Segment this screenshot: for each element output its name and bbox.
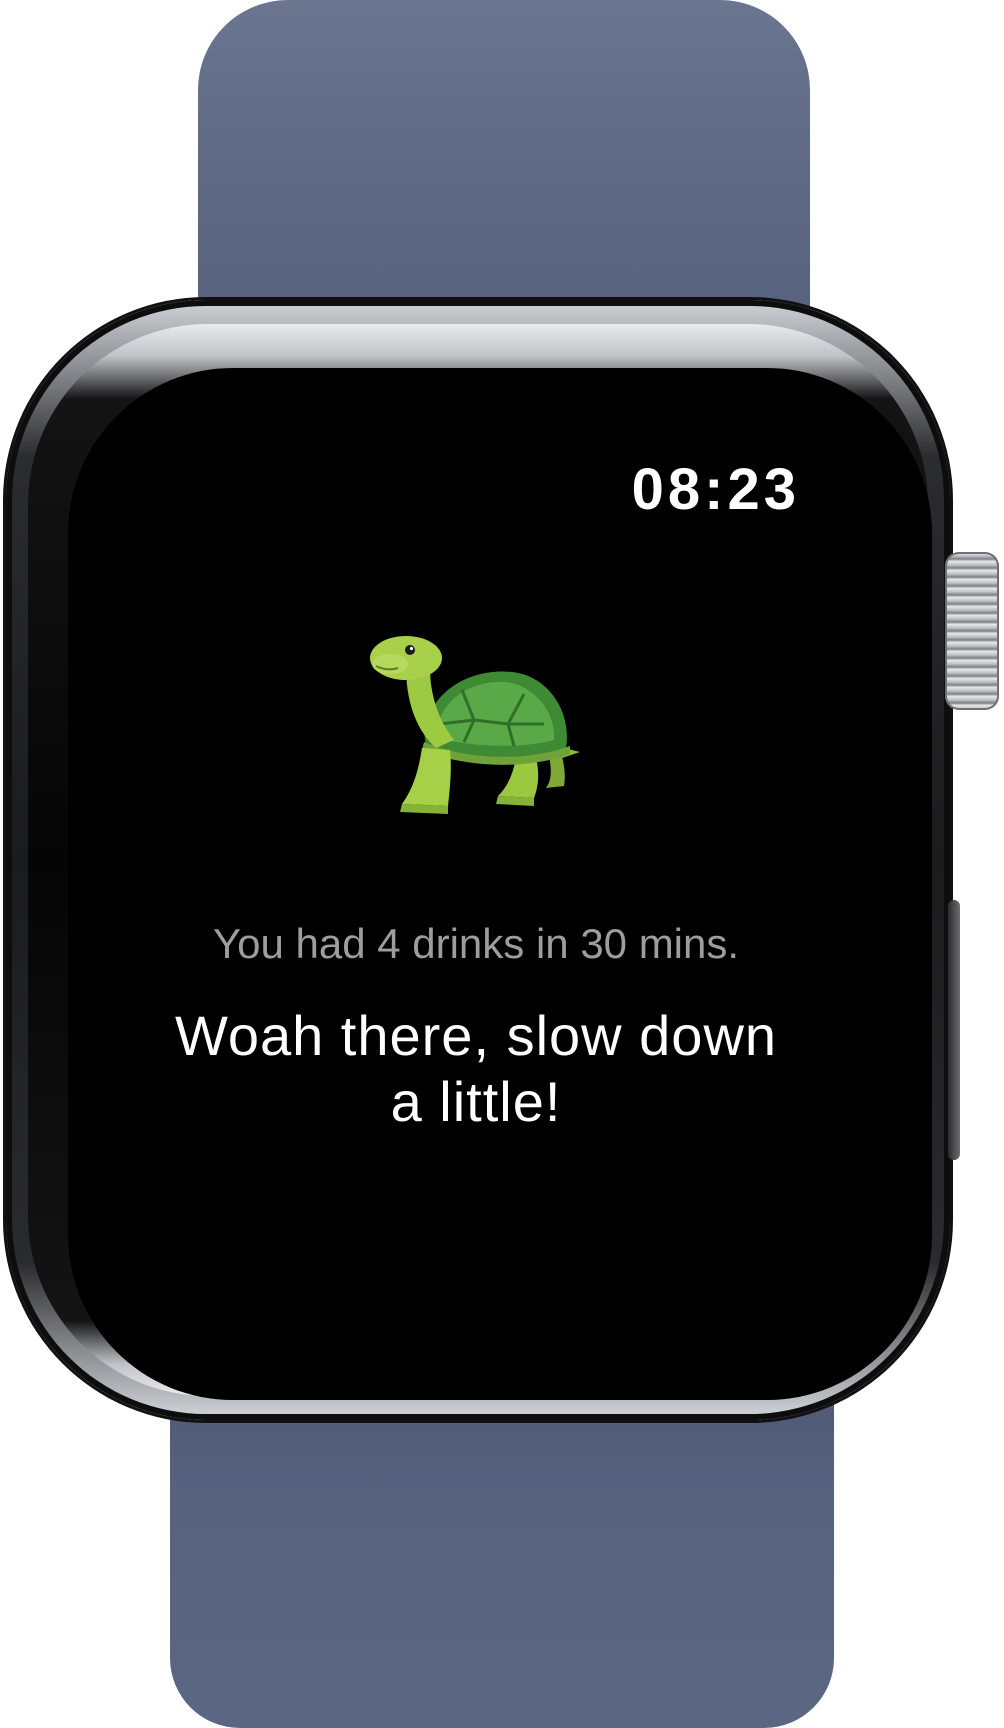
alert-headline: Woah there, slow down a little! [174, 1004, 778, 1133]
digital-crown[interactable] [945, 552, 999, 710]
drink-count-message: You had 4 drinks in 30 mins. [212, 920, 740, 967]
status-time: 08:23 [631, 457, 800, 522]
screen-content: 08:23 You had 4 drinks in 30 mins. Woah … [86, 388, 866, 1338]
side-button[interactable] [948, 900, 960, 1160]
turtle-icon [370, 636, 580, 814]
